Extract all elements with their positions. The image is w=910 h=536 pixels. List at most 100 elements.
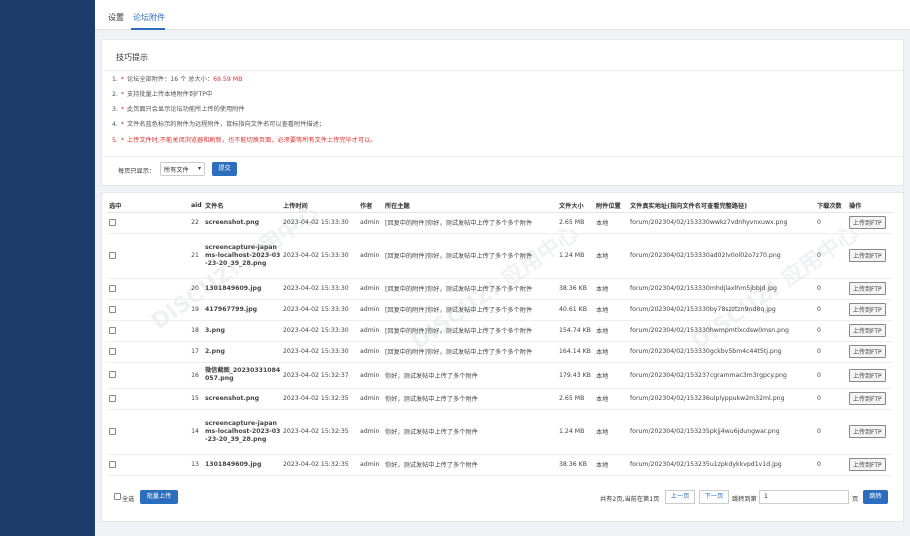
location-cell: 本地 — [594, 278, 628, 300]
upload-ftp-button[interactable]: 上传到FTP — [849, 392, 886, 405]
upload-ftp-button[interactable]: 上传到FTP — [849, 368, 886, 382]
downloads-cell: 0 — [815, 299, 847, 321]
col-downloads: 下载次数 — [815, 200, 847, 213]
filename-cell[interactable]: 1301849609.jpg — [203, 454, 281, 476]
select-all-label[interactable]: 全选 — [122, 494, 134, 503]
main-content: 设置 论坛附件 技巧提示 1. * 论坛全部附件：16 个 总大小：69.59 MB… — [95, 0, 910, 536]
upload-ftp-button[interactable]: 上传到FTP — [849, 345, 886, 358]
thread-link[interactable]: [回复中的附件]你好，测试发帖中上传了多个多个附件 — [383, 320, 557, 342]
downloads-cell: 0 — [815, 320, 847, 342]
upload-ftp-button[interactable]: 上传到FTP — [849, 324, 886, 337]
row-checkbox[interactable] — [109, 326, 116, 334]
path-cell: forum/202304/02/153235pkjj4wu6jdungwar.p… — [628, 409, 815, 455]
prev-page-button[interactable]: 上一页 — [665, 490, 695, 504]
col-location: 附件位置 — [594, 200, 628, 213]
table-header: 选中 aid 文件名 上传时间 作者 所在主题 文件大小 附件位置 文件真实地址… — [107, 200, 892, 213]
filename-cell[interactable]: 3.png — [203, 320, 281, 342]
row-checkbox[interactable] — [109, 251, 116, 259]
filename-cell[interactable]: screenshot.png — [203, 212, 281, 234]
time-cell: 2023-04-02 15:32:37 — [281, 362, 358, 389]
row-checkbox[interactable] — [109, 460, 116, 468]
col-size: 文件大小 — [557, 200, 594, 213]
thread-link[interactable]: 你好，测试发帖中上传了多个附件 — [383, 454, 557, 476]
aid-cell: 22 — [189, 212, 203, 234]
row-checkbox[interactable] — [109, 371, 116, 379]
tab-forum-attachments[interactable]: 论坛附件 — [133, 12, 165, 23]
filename-cell[interactable]: 417967799.jpg — [203, 299, 281, 321]
size-cell: 38.36 KB — [557, 278, 594, 300]
downloads-cell: 0 — [815, 409, 847, 455]
table-row: 22 screenshot.png 2023-04-02 15:33:30 ad… — [107, 212, 892, 234]
table-row: 17 2.png 2023-04-02 15:33:30 admin [回复中的… — [107, 341, 892, 363]
active-tab-indicator — [131, 28, 165, 30]
row-checkbox[interactable] — [109, 284, 116, 292]
aid-cell: 17 — [189, 341, 203, 363]
location-cell: 本地 — [594, 299, 628, 321]
filename-cell[interactable]: screencapture-japanms-localhost-2023-03-… — [203, 409, 281, 455]
location-cell: 本地 — [594, 362, 628, 389]
time-cell: 2023-04-02 15:32:35 — [281, 388, 358, 410]
author-cell: admin — [358, 341, 383, 363]
time-cell: 2023-04-02 15:33:30 — [281, 341, 358, 363]
tips-card: 技巧提示 1. * 论坛全部附件：16 个 总大小：69.59 MB 2. * 支持批量… — [101, 39, 904, 186]
submit-button[interactable]: 提交 — [212, 162, 237, 176]
row-checkbox[interactable] — [109, 218, 116, 226]
thread-link[interactable]: [回复中的附件]你好，测试发帖中上传了多个多个附件 — [383, 233, 557, 279]
path-cell: forum/202304/02/153237cgrammac3m3rgpcy.p… — [628, 362, 815, 389]
divider — [102, 156, 903, 157]
tip-1: 1. * 论坛全部附件：16 个 总大小：69.59 MB — [112, 76, 243, 83]
row-checkbox[interactable] — [109, 427, 116, 435]
file-filter-select[interactable]: 所有文件 ▾ — [160, 162, 205, 176]
time-cell: 2023-04-02 15:33:30 — [281, 212, 358, 234]
thread-link[interactable]: 你好，测试发帖中上传了多个附件 — [383, 409, 557, 455]
author-cell: admin — [358, 278, 383, 300]
jump-button[interactable]: 跳转 — [863, 490, 888, 504]
select-all-checkbox[interactable] — [114, 493, 121, 500]
location-cell: 本地 — [594, 454, 628, 476]
location-cell: 本地 — [594, 341, 628, 363]
row-checkbox[interactable] — [109, 394, 116, 402]
upload-ftp-button[interactable]: 上传到FTP — [849, 425, 886, 438]
upload-ftp-button[interactable]: 上传到FTP — [849, 282, 886, 295]
time-cell: 2023-04-02 15:32:35 — [281, 454, 358, 476]
thread-link[interactable]: [回复中的附件]你好，测试发帖中上传了多个多个附件 — [383, 212, 557, 234]
col-thread: 所在主题 — [383, 200, 557, 213]
col-select: 选中 — [107, 200, 189, 213]
filename-cell[interactable]: screenshot.png — [203, 388, 281, 410]
tip-4: 4. * 文件名蓝色标示的附件为远程附件，鼠标指向文件名可以查看附件描述； — [112, 121, 325, 128]
page-number-input[interactable]: 1 — [759, 490, 849, 504]
row-checkbox[interactable] — [109, 347, 116, 355]
upload-ftp-button[interactable]: 上传到FTP — [849, 249, 886, 262]
author-cell: admin — [358, 212, 383, 234]
thread-link[interactable]: [回复中的附件]你好，测试发帖中上传了多个多个附件 — [383, 299, 557, 321]
divider — [102, 70, 903, 71]
table-row: 13 1301849609.jpg 2023-04-02 15:32:35 ad… — [107, 454, 892, 476]
aid-cell: 20 — [189, 278, 203, 300]
aid-cell: 14 — [189, 409, 203, 455]
filename-cell[interactable]: 1301849609.jpg — [203, 278, 281, 300]
location-cell: 本地 — [594, 233, 628, 279]
size-cell: 164.14 KB — [557, 341, 594, 363]
upload-ftp-button[interactable]: 上传到FTP — [849, 216, 886, 229]
thread-link[interactable]: 你好，测试发帖中上传了多个附件 — [383, 388, 557, 410]
upload-ftp-button[interactable]: 上传到FTP — [849, 458, 886, 471]
author-cell: admin — [358, 409, 383, 455]
tip-3: 3. * 此页面只会显示论坛功能所上传的使用附件 — [112, 106, 245, 113]
size-cell: 1.24 MB — [557, 233, 594, 279]
filename-cell[interactable]: 微信截图_20230331084057.png — [203, 362, 281, 389]
col-actions: 操作 — [847, 200, 892, 213]
thread-link[interactable]: 你好，测试发帖中上传了多个附件 — [383, 362, 557, 389]
size-cell: 40.61 KB — [557, 299, 594, 321]
next-page-button[interactable]: 下一页 — [699, 490, 729, 504]
downloads-cell: 0 — [815, 454, 847, 476]
size-cell: 2.65 MB — [557, 212, 594, 234]
batch-upload-button[interactable]: 批量上传 — [140, 490, 178, 504]
thread-link[interactable]: [回复中的附件]你好，测试发帖中上传了多个多个附件 — [383, 341, 557, 363]
path-cell: forum/202304/02/153330mhdjlaxlhm5jbbjd.j… — [628, 278, 815, 300]
thread-link[interactable]: [回复中的附件]你好，测试发帖中上传了多个多个附件 — [383, 278, 557, 300]
filename-cell[interactable]: 2.png — [203, 341, 281, 363]
upload-ftp-button[interactable]: 上传到FTP — [849, 303, 886, 316]
tab-settings[interactable]: 设置 — [108, 12, 124, 23]
filename-cell[interactable]: screencapture-japanms-localhost-2023-03-… — [203, 233, 281, 279]
row-checkbox[interactable] — [109, 305, 116, 313]
